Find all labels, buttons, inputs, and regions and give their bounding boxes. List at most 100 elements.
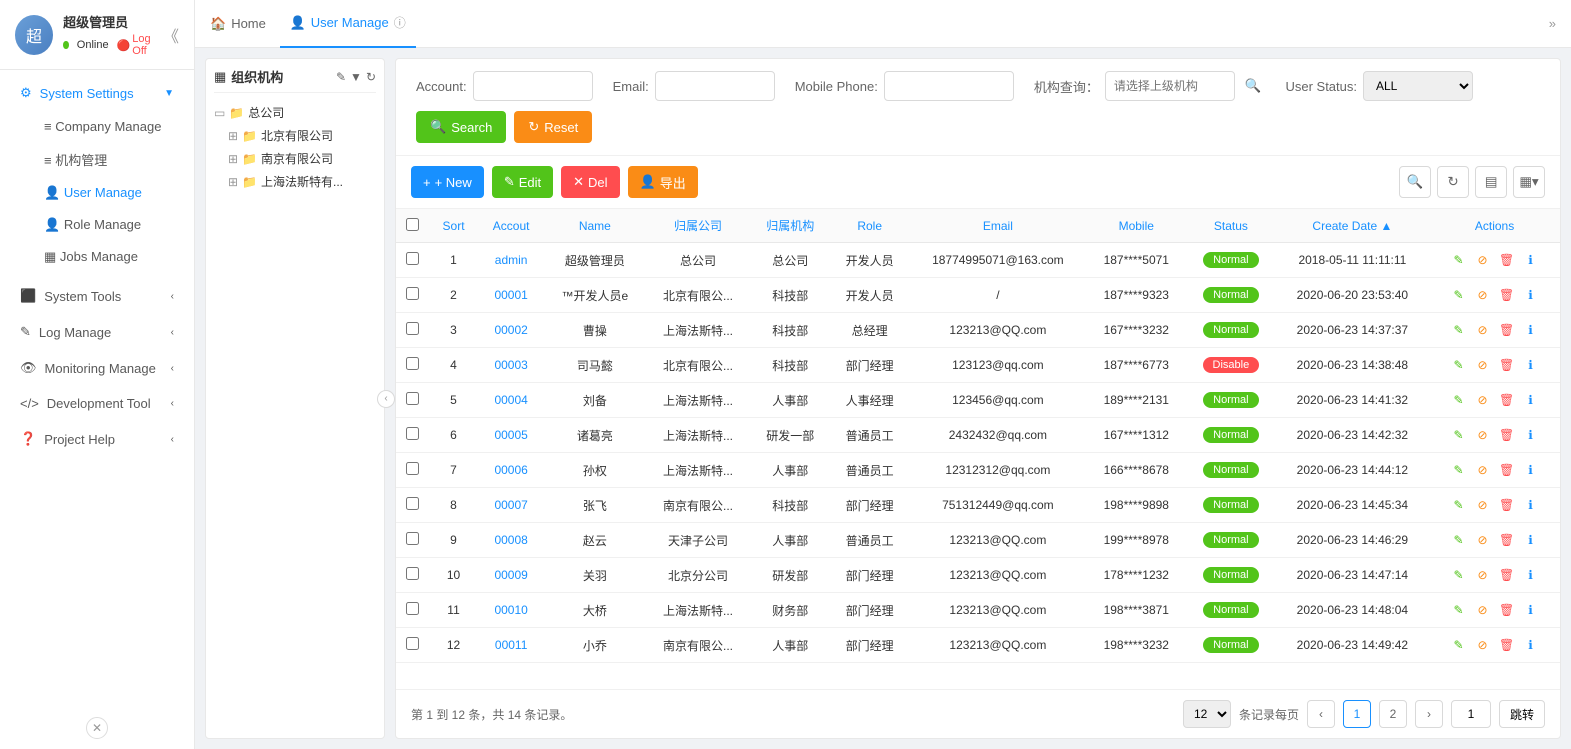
edit-button[interactable]: ✎ Edit [492, 166, 553, 198]
nav-item-system-settings[interactable]: ⚙ System Settings ▼ [0, 75, 194, 111]
action-delete-btn[interactable]: 🗑 [1497, 250, 1517, 270]
collapse-org-btn[interactable]: ‹ [377, 390, 395, 408]
goto-input[interactable] [1451, 700, 1491, 728]
search-toggle-btn[interactable]: 🔍 [1399, 166, 1431, 198]
delete-button[interactable]: ✕ Del [561, 166, 619, 198]
row-checkbox[interactable] [406, 322, 419, 335]
action-info-btn[interactable]: ℹ [1521, 390, 1541, 410]
search-button[interactable]: 🔍 Search [416, 111, 506, 143]
action-delete-btn[interactable]: 🗑 [1497, 355, 1517, 375]
action-edit-btn[interactable]: ✎ [1449, 635, 1469, 655]
cell-account[interactable]: 00006 [478, 453, 544, 488]
refresh-btn[interactable]: ↻ [1437, 166, 1469, 198]
row-checkbox[interactable] [406, 567, 419, 580]
action-edit-btn[interactable]: ✎ [1449, 530, 1469, 550]
action-info-btn[interactable]: ℹ [1521, 565, 1541, 585]
action-edit-btn[interactable]: ✎ [1449, 390, 1469, 410]
action-info-btn[interactable]: ℹ [1521, 635, 1541, 655]
cell-account[interactable]: 00007 [478, 488, 544, 523]
row-checkbox[interactable] [406, 637, 419, 650]
action-disable-btn[interactable]: ⊘ [1473, 460, 1493, 480]
action-disable-btn[interactable]: ⊘ [1473, 250, 1493, 270]
status-select[interactable]: ALL Normal Disable [1363, 71, 1473, 101]
email-input[interactable] [655, 71, 775, 101]
tab-user-manage[interactable]: 👤 User Manage ⓘ [280, 0, 416, 48]
sidebar-collapse-btn[interactable]: 《 [163, 23, 179, 47]
account-input[interactable] [473, 71, 593, 101]
action-delete-btn[interactable]: 🗑 [1497, 425, 1517, 445]
action-info-btn[interactable]: ℹ [1521, 355, 1541, 375]
action-disable-btn[interactable]: ⊘ [1473, 320, 1493, 340]
action-delete-btn[interactable]: 🗑 [1497, 495, 1517, 515]
action-edit-btn[interactable]: ✎ [1449, 495, 1469, 515]
grid-view-btn[interactable]: ▦▾ [1513, 166, 1545, 198]
row-checkbox[interactable] [406, 497, 419, 510]
topbar-expand[interactable]: » [1549, 16, 1556, 31]
next-page-btn[interactable]: › [1415, 700, 1443, 728]
action-delete-btn[interactable]: 🗑 [1497, 635, 1517, 655]
refresh-org-icon[interactable]: ↻ [366, 70, 376, 84]
action-edit-btn[interactable]: ✎ [1449, 250, 1469, 270]
nav-item-project-help[interactable]: ❓ Project Help ‹ [0, 421, 194, 457]
sidebar-item-role[interactable]: 👤 Role Manage [0, 209, 194, 241]
reset-button[interactable]: ↻ Reset [514, 111, 592, 143]
table-view-btn[interactable]: ▤ [1475, 166, 1507, 198]
sidebar-item-company[interactable]: ≡ Company Manage [0, 111, 194, 142]
export-button[interactable]: 👤 导出 [628, 166, 698, 198]
nav-item-log-manage[interactable]: ✎ Log Manage ‹ [0, 314, 194, 350]
action-disable-btn[interactable]: ⊘ [1473, 635, 1493, 655]
action-delete-btn[interactable]: 🗑 [1497, 530, 1517, 550]
sidebar-item-org[interactable]: ≡ 机构管理 [0, 142, 194, 177]
action-disable-btn[interactable]: ⊘ [1473, 390, 1493, 410]
row-checkbox[interactable] [406, 462, 419, 475]
sidebar-item-jobs[interactable]: ▦ Jobs Manage [0, 241, 194, 273]
goto-btn[interactable]: 跳转 [1499, 700, 1545, 728]
org-input[interactable] [1105, 71, 1235, 101]
action-info-btn[interactable]: ℹ [1521, 425, 1541, 445]
tree-item-beijing[interactable]: ⊞ 📁 北京有限公司 [228, 124, 376, 147]
edit-org-icon[interactable]: ✎ [336, 70, 346, 84]
nav-item-monitoring[interactable]: 👁 Monitoring Manage ‹ [0, 350, 194, 386]
cell-account[interactable]: 00005 [478, 418, 544, 453]
action-info-btn[interactable]: ℹ [1521, 495, 1541, 515]
action-disable-btn[interactable]: ⊘ [1473, 600, 1493, 620]
cell-account[interactable]: admin [478, 243, 544, 278]
action-disable-btn[interactable]: ⊘ [1473, 285, 1493, 305]
cell-account[interactable]: 00002 [478, 313, 544, 348]
action-disable-btn[interactable]: ⊘ [1473, 495, 1493, 515]
action-info-btn[interactable]: ℹ [1521, 285, 1541, 305]
cell-account[interactable]: 00009 [478, 558, 544, 593]
sidebar-item-user[interactable]: 👤 User Manage [0, 177, 194, 209]
action-delete-btn[interactable]: 🗑 [1497, 320, 1517, 340]
action-info-btn[interactable]: ℹ [1521, 600, 1541, 620]
prev-page-btn[interactable]: ‹ [1307, 700, 1335, 728]
row-checkbox[interactable] [406, 252, 419, 265]
page-size-select[interactable]: 12 20 50 [1183, 700, 1231, 728]
cell-account[interactable]: 00008 [478, 523, 544, 558]
action-info-btn[interactable]: ℹ [1521, 460, 1541, 480]
action-edit-btn[interactable]: ✎ [1449, 425, 1469, 445]
nav-item-system-tools[interactable]: ⬛ System Tools ‹ [0, 278, 194, 314]
select-all-checkbox[interactable] [406, 218, 419, 231]
logout-link[interactable]: 🔴 Log Off [117, 33, 153, 57]
cell-account[interactable]: 00011 [478, 628, 544, 663]
cell-account[interactable]: 00001 [478, 278, 544, 313]
page-2-btn[interactable]: 2 [1379, 700, 1407, 728]
tree-item-shanghai[interactable]: ⊞ 📁 上海法斯特有... [228, 170, 376, 193]
row-checkbox[interactable] [406, 427, 419, 440]
page-1-btn[interactable]: 1 [1343, 700, 1371, 728]
tree-root[interactable]: ▭ 📁 总公司 [214, 101, 376, 124]
action-delete-btn[interactable]: 🗑 [1497, 600, 1517, 620]
action-delete-btn[interactable]: 🗑 [1497, 285, 1517, 305]
action-delete-btn[interactable]: 🗑 [1497, 565, 1517, 585]
cell-account[interactable]: 00010 [478, 593, 544, 628]
action-edit-btn[interactable]: ✎ [1449, 460, 1469, 480]
action-disable-btn[interactable]: ⊘ [1473, 530, 1493, 550]
action-info-btn[interactable]: ℹ [1521, 530, 1541, 550]
action-edit-btn[interactable]: ✎ [1449, 355, 1469, 375]
home-link[interactable]: Home [231, 16, 266, 31]
action-delete-btn[interactable]: 🗑 [1497, 390, 1517, 410]
action-edit-btn[interactable]: ✎ [1449, 565, 1469, 585]
row-checkbox[interactable] [406, 392, 419, 405]
row-checkbox[interactable] [406, 357, 419, 370]
